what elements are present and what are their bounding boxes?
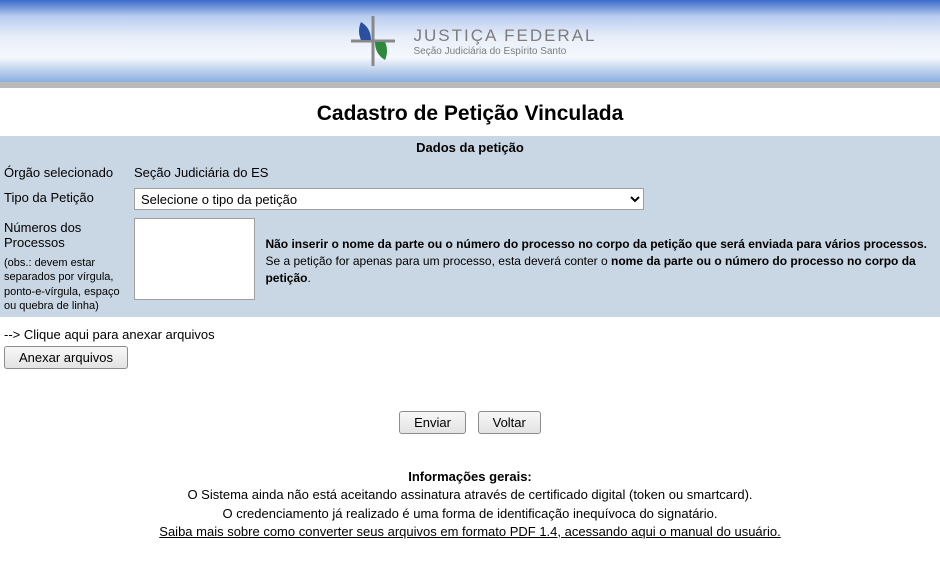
voltar-button[interactable]: Voltar xyxy=(478,411,541,434)
action-row: Enviar Voltar xyxy=(0,375,940,444)
attach-area: --> Clique aqui para anexar arquivos Ane… xyxy=(0,317,940,375)
header-banner: JUSTIÇA FEDERAL Seção Judiciária do Espí… xyxy=(0,0,940,82)
tipo-label: Tipo da Petição xyxy=(4,188,134,205)
warn-mid: Se a petição for apenas para um processo… xyxy=(265,254,611,268)
warn-end: . xyxy=(307,271,310,285)
orgao-value: Seção Judiciária do ES xyxy=(134,163,268,180)
tipo-peticao-select[interactable]: Selecione o tipo da petição xyxy=(134,188,644,210)
info-manual-link[interactable]: Saiba mais sobre como converter seus arq… xyxy=(159,524,780,539)
numeros-processos-textarea[interactable] xyxy=(134,218,255,300)
page-title: Cadastro de Petição Vinculada xyxy=(0,88,940,136)
info-line-2: O credenciamento já realizado é uma form… xyxy=(0,505,940,523)
processos-note: (obs.: devem estar separados por vírgula… xyxy=(4,256,134,313)
processos-label: Números dos Processos xyxy=(4,220,81,250)
logo-subtitle: Seção Judiciária do Espírito Santo xyxy=(413,46,596,57)
orgao-label: Órgão selecionado xyxy=(4,163,134,180)
justice-logo-icon xyxy=(343,14,403,69)
info-line-1: O Sistema ainda não está aceitando assin… xyxy=(0,486,940,504)
enviar-button[interactable]: Enviar xyxy=(399,411,466,434)
info-block: Informações gerais: O Sistema ainda não … xyxy=(0,444,940,551)
attach-hint: --> Clique aqui para anexar arquivos xyxy=(4,327,936,342)
processos-warning: Não inserir o nome da parte ou o número … xyxy=(265,218,936,286)
anexar-arquivos-button[interactable]: Anexar arquivos xyxy=(4,346,128,369)
warn-bold-1: Não inserir o nome da parte ou o número … xyxy=(265,237,927,251)
logo-title: JUSTIÇA FEDERAL xyxy=(413,26,596,46)
info-heading: Informações gerais: xyxy=(0,468,940,486)
logo: JUSTIÇA FEDERAL Seção Judiciária do Espí… xyxy=(343,14,596,69)
section-header: Dados da petição xyxy=(0,136,940,159)
form-panel: Dados da petição Órgão selecionado Seção… xyxy=(0,136,940,317)
